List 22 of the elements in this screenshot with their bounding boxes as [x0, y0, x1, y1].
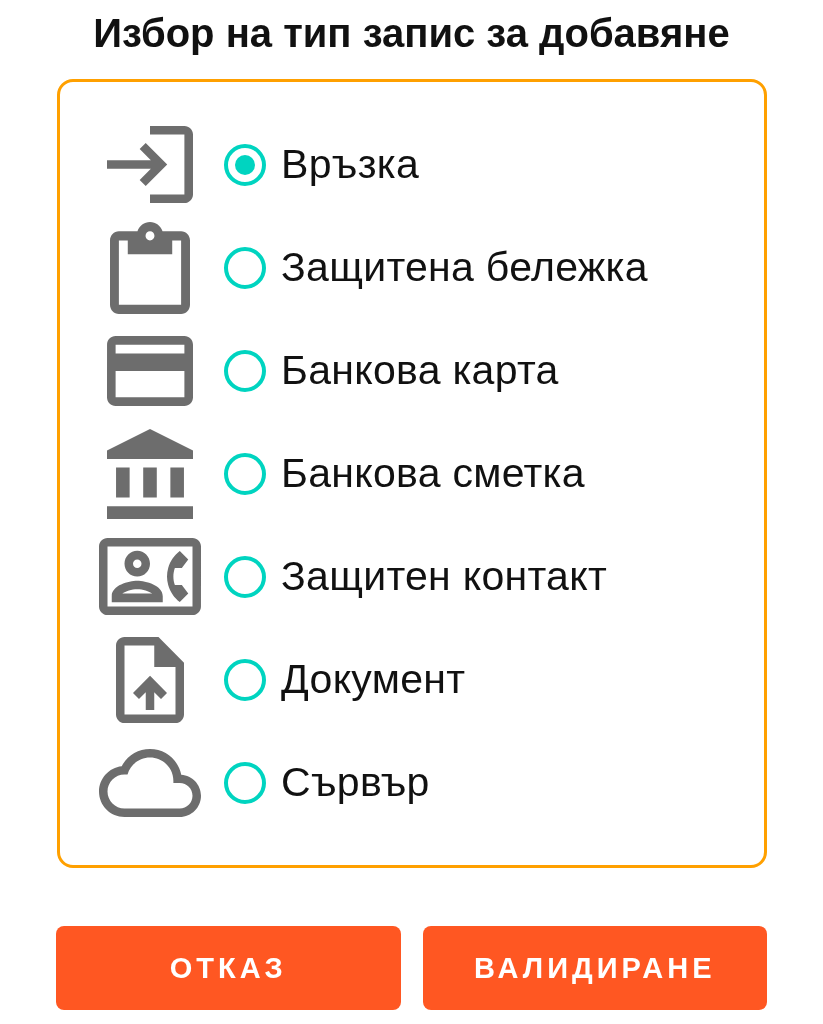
radio-button[interactable]: [224, 761, 266, 804]
option-label[interactable]: Защитен контакт: [281, 553, 607, 600]
radio-button[interactable]: [224, 349, 266, 392]
option-label[interactable]: Банкова сметка: [281, 450, 585, 497]
radio-button[interactable]: [224, 143, 266, 186]
document-upload-icon: [116, 636, 184, 723]
option-label[interactable]: Защитена бележка: [281, 244, 648, 291]
cloud-icon: [99, 748, 201, 817]
option-label[interactable]: Връзка: [281, 141, 419, 188]
clipboard-icon: [110, 221, 190, 314]
radio-button[interactable]: [224, 452, 266, 495]
radio-button[interactable]: [224, 555, 266, 598]
radio-button[interactable]: [224, 658, 266, 701]
radio-button[interactable]: [224, 246, 266, 289]
option-label[interactable]: Банкова карта: [281, 347, 559, 394]
credit-card-icon: [107, 335, 193, 406]
dialog-title: Избор на тип запис за добавяне: [93, 10, 730, 56]
bank-building-icon: [107, 428, 193, 519]
arrow-into-bracket-icon: [107, 126, 193, 203]
option-label[interactable]: Документ: [281, 656, 466, 703]
option-label[interactable]: Сървър: [281, 759, 430, 806]
contact-card-icon: [99, 538, 201, 615]
